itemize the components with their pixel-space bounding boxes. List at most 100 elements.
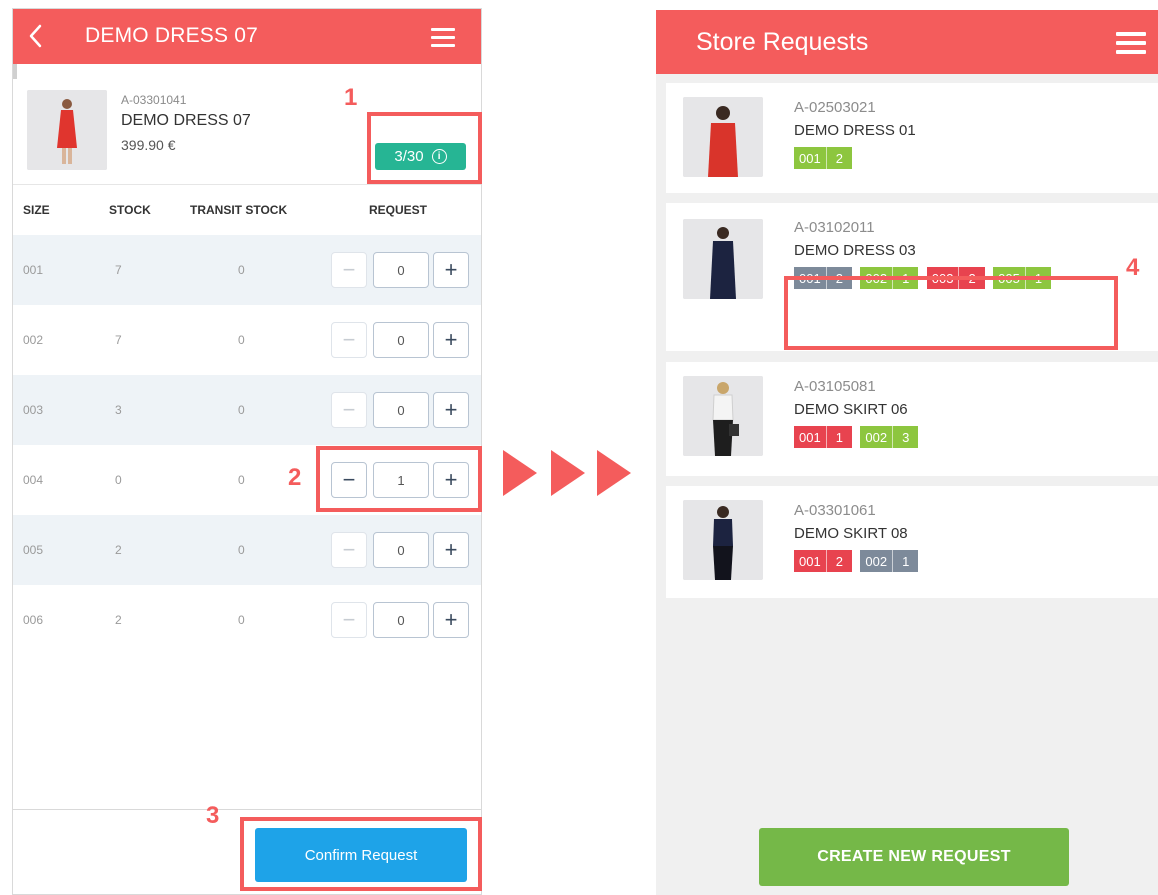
tag-size: 001 (794, 426, 827, 448)
transit-cell: 0 (238, 543, 245, 557)
table-row: 001 7 0 − 0 + (13, 235, 481, 305)
create-new-request-button[interactable]: CREATE NEW REQUEST (759, 828, 1069, 886)
column-header-request: REQUEST (369, 203, 428, 217)
table-row: 006 2 0 − 0 + (13, 585, 481, 655)
tag-qty: 1 (835, 429, 843, 445)
request-card[interactable]: A-03105081 DEMO SKIRT 06 001 1 002 3 (666, 362, 1158, 476)
stock-cell: 3 (115, 403, 122, 417)
highlight-box (316, 446, 482, 512)
product-image (27, 90, 107, 170)
quantity-stepper: − 0 + (331, 392, 473, 428)
size-cell: 001 (23, 263, 44, 277)
size-tag-list: 001 2 (794, 147, 1094, 175)
increment-button[interactable]: + (433, 532, 469, 568)
highlight-box (367, 112, 482, 184)
size-tag: 002 1 (860, 550, 919, 572)
transit-cell: 0 (238, 613, 245, 627)
size-tag-list: 001 2 002 1 (794, 550, 1094, 578)
increment-button[interactable]: + (433, 602, 469, 638)
tag-size: 002 (860, 426, 894, 448)
size-cell: 004 (23, 473, 44, 487)
column-header-size: SIZE (23, 203, 50, 217)
arrow-icon (597, 450, 631, 496)
tag-size: 001 (794, 147, 827, 169)
store-requests-screen: Store Requests A-02503021 DEMO DRESS 01 … (656, 10, 1158, 895)
stock-cell: 0 (115, 473, 122, 487)
menu-icon[interactable] (1116, 32, 1146, 54)
size-tag: 001 2 (794, 550, 852, 572)
request-quantity[interactable]: 0 (373, 322, 429, 358)
stock-cell: 7 (115, 263, 122, 277)
page-title: DEMO DRESS 07 (85, 24, 258, 47)
tag-size: 002 (860, 550, 894, 572)
quantity-stepper: − 0 + (331, 532, 473, 568)
product-image (683, 376, 763, 456)
highlight-box (784, 276, 1118, 350)
product-image (683, 500, 763, 580)
product-code: A-03301041 (121, 93, 187, 107)
increment-button[interactable]: + (433, 322, 469, 358)
stock-cell: 2 (115, 543, 122, 557)
increment-button[interactable]: + (433, 392, 469, 428)
size-tag: 001 1 (794, 426, 852, 448)
arrow-icon (503, 450, 537, 496)
transit-cell: 0 (238, 473, 245, 487)
size-cell: 002 (23, 333, 44, 347)
annotation-number: 2 (288, 464, 302, 491)
product-name: DEMO DRESS 07 (121, 112, 251, 129)
request-card[interactable]: A-03301061 DEMO SKIRT 08 001 2 002 1 (666, 486, 1158, 598)
size-cell: 005 (23, 543, 44, 557)
request-quantity[interactable]: 0 (373, 602, 429, 638)
tag-qty: 2 (835, 553, 843, 569)
table-row: 003 3 0 − 0 + (13, 375, 481, 445)
decrement-button[interactable]: − (331, 322, 367, 358)
transit-cell: 0 (238, 333, 245, 347)
product-code: A-03105081 (794, 378, 876, 395)
stock-cell: 7 (115, 333, 122, 347)
annotation-number: 3 (206, 802, 220, 829)
arrow-icon (551, 450, 585, 496)
tag-size: 001 (794, 550, 827, 572)
size-cell: 003 (23, 403, 44, 417)
size-tag: 001 2 (794, 147, 852, 169)
request-quantity[interactable]: 0 (373, 252, 429, 288)
size-cell: 006 (23, 613, 44, 627)
column-header-stock: STOCK (109, 203, 151, 217)
decrement-button[interactable]: − (331, 392, 367, 428)
menu-icon[interactable] (431, 28, 455, 48)
quantity-stepper: − 0 + (331, 322, 473, 358)
product-image (683, 219, 763, 299)
product-code: A-03301061 (794, 502, 876, 519)
product-name: DEMO DRESS 03 (794, 242, 916, 259)
annotation-number: 1 (344, 84, 358, 111)
header-bar: DEMO DRESS 07 (13, 9, 481, 64)
tag-qty: 3 (902, 429, 910, 445)
transit-cell: 0 (238, 263, 245, 277)
page-title: Store Requests (696, 28, 869, 56)
product-code: A-03102011 (794, 219, 875, 236)
decrement-button[interactable]: − (331, 252, 367, 288)
product-name: DEMO DRESS 01 (794, 122, 916, 139)
header-bar: Store Requests (656, 10, 1158, 74)
product-name: DEMO SKIRT 06 (794, 401, 908, 418)
request-card[interactable]: A-02503021 DEMO DRESS 01 001 2 (666, 83, 1158, 193)
size-tag-list: 001 1 002 3 (794, 426, 1094, 454)
increment-button[interactable]: + (433, 252, 469, 288)
product-code: A-02503021 (794, 99, 876, 116)
request-quantity[interactable]: 0 (373, 392, 429, 428)
table-row: 005 2 0 − 0 + (13, 515, 481, 585)
tag-qty: 1 (902, 553, 910, 569)
product-image (683, 97, 763, 177)
transit-cell: 0 (238, 403, 245, 417)
product-price: 399.90 € (121, 137, 176, 153)
request-quantity[interactable]: 0 (373, 532, 429, 568)
highlight-box (240, 817, 482, 891)
stock-cell: 2 (115, 613, 122, 627)
decrement-button[interactable]: − (331, 532, 367, 568)
tag-qty: 2 (835, 150, 843, 166)
decrement-button[interactable]: − (331, 602, 367, 638)
quantity-stepper: − 0 + (331, 252, 473, 288)
back-button[interactable] (25, 22, 47, 50)
chevron-left-icon (29, 24, 42, 48)
quantity-stepper: − 0 + (331, 602, 473, 638)
